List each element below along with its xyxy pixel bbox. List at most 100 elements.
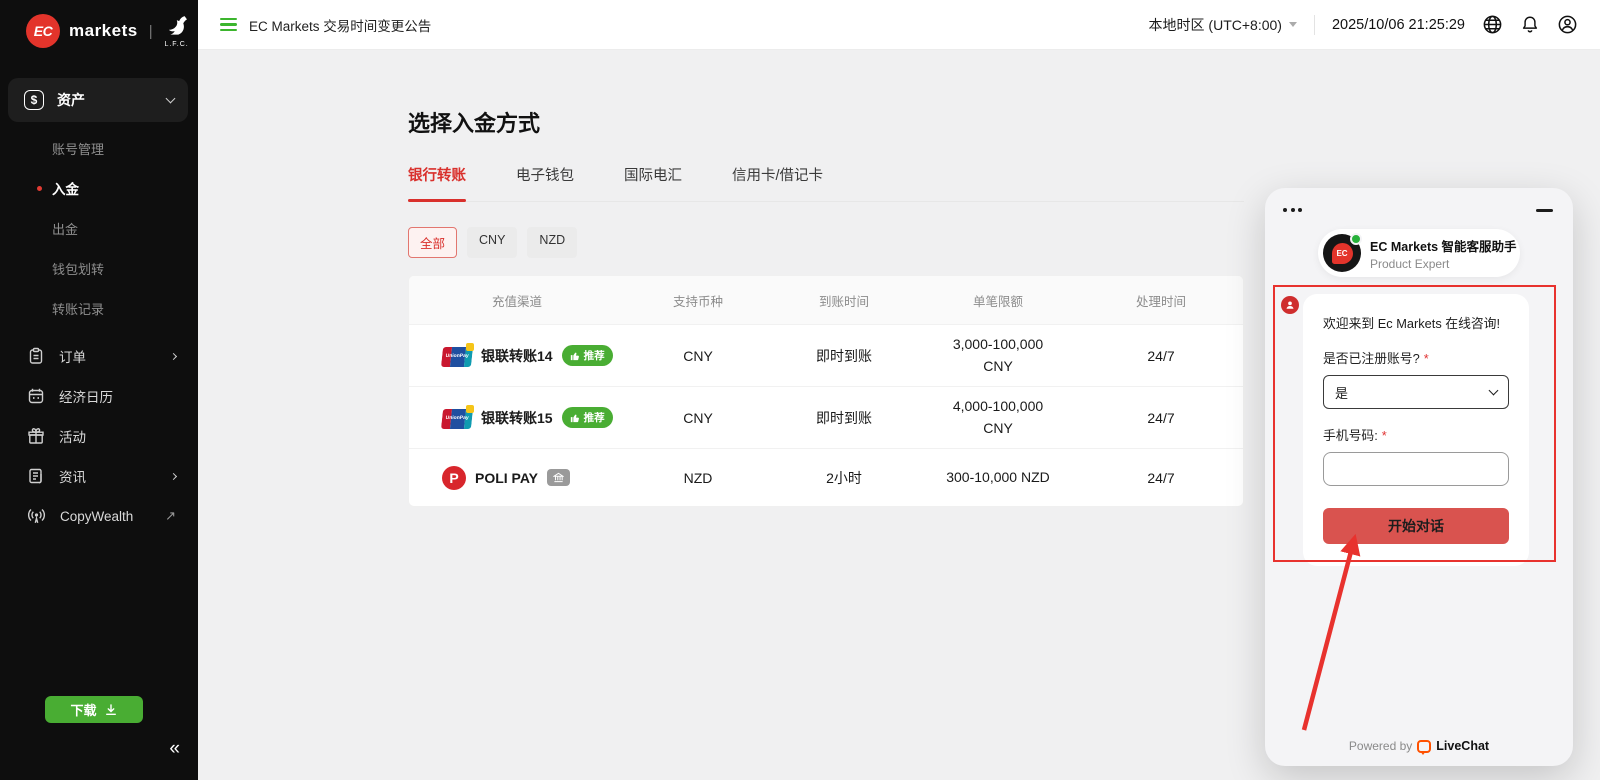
thumbs-up-icon — [570, 351, 580, 361]
download-button[interactable]: 下载 — [45, 696, 143, 723]
livechat-brand[interactable]: LiveChat — [1436, 739, 1489, 753]
sidebar-item-promotions[interactable]: 活动 — [0, 416, 198, 456]
logo-corner-badge — [466, 343, 474, 351]
logo-corner-badge — [466, 405, 474, 413]
person-icon — [1285, 300, 1295, 310]
bank-badge — [547, 469, 570, 486]
phone-number-input[interactable] — [1323, 452, 1509, 486]
welcome-message: 欢迎来到 Ec Markets 在线咨询! — [1323, 313, 1509, 332]
sidebar-item-deposit[interactable]: 入金 — [0, 168, 198, 208]
tab-e-wallet[interactable]: 电子钱包 — [516, 164, 574, 201]
sidebar-item-news[interactable]: 资讯 — [0, 456, 198, 496]
menu-icon[interactable] — [220, 18, 237, 32]
agent-card: EC EC Markets 智能客服助手 Product Expert — [1318, 229, 1520, 277]
cell-currency: NZD — [625, 470, 771, 486]
agent-avatar: EC — [1323, 234, 1361, 272]
table-row[interactable]: UnionPay 银联转账15 推荐 CNY 即时到账 4,000-100,00… — [409, 386, 1243, 448]
sidebar: EC markets | L.F.C. $ 资产 账号管理 入金 出金 钱包划转… — [0, 0, 198, 780]
cell-processing: 24/7 — [1079, 410, 1243, 426]
logo-separator: | — [149, 23, 153, 40]
online-status-dot — [1350, 233, 1362, 245]
agent-name: EC Markets 智能客服助手 — [1370, 236, 1517, 255]
col-header-limit: 单笔限额 — [917, 291, 1079, 310]
sidebar-item-account-management[interactable]: 账号管理 — [0, 128, 198, 168]
header-divider — [1314, 15, 1315, 35]
top-header: EC Markets 交易时间变更公告 本地时区 (UTC+8:00) 2025… — [198, 0, 1600, 50]
sub-item-label: 入金 — [52, 178, 79, 198]
deposit-channels-table: 充值渠道 支持币种 到账时间 单笔限额 处理时间 UnionPay 银联转账14… — [408, 275, 1244, 507]
page-title: 选择入金方式 — [408, 106, 1244, 138]
table-header-row: 充值渠道 支持币种 到账时间 单笔限额 处理时间 — [409, 276, 1243, 324]
sidebar-item-label: 资产 — [57, 90, 85, 110]
lfc-label: L.F.C. — [164, 41, 188, 48]
chevron-down-icon — [166, 94, 176, 104]
liver-bird-icon — [164, 14, 190, 40]
tab-international-wire[interactable]: 国际电汇 — [624, 164, 682, 201]
start-chat-button[interactable]: 开始对话 — [1323, 508, 1509, 544]
caret-down-icon — [1289, 22, 1297, 27]
filter-all[interactable]: 全部 — [408, 227, 457, 258]
active-dot — [37, 186, 42, 191]
livechat-widget: EC EC Markets 智能客服助手 Product Expert 欢迎来到… — [1265, 188, 1573, 766]
sidebar-item-transfer-records[interactable]: 转账记录 — [0, 288, 198, 328]
cell-arrival: 即时到账 — [771, 408, 917, 428]
badge-label: 推荐 — [584, 348, 605, 363]
sidebar-item-economic-calendar[interactable]: 经济日历 — [0, 376, 198, 416]
channel-name: 银联转账15 — [481, 408, 553, 428]
filter-nzd[interactable]: NZD — [527, 227, 577, 258]
broadcast-icon — [27, 507, 46, 525]
thumbs-up-icon — [570, 413, 580, 423]
calendar-icon — [27, 387, 45, 405]
download-icon — [104, 703, 118, 717]
external-link-icon: ↗ — [165, 508, 176, 524]
col-header-currency: 支持币种 — [625, 291, 771, 310]
language-globe-icon[interactable] — [1482, 14, 1503, 35]
registered-select[interactable]: 是 — [1323, 375, 1509, 409]
sidebar-item-label: 订单 — [59, 346, 86, 366]
poli-logo-icon: P — [442, 466, 466, 490]
collapse-sidebar-icon[interactable]: « — [169, 739, 180, 758]
timezone-selector[interactable]: 本地时区 (UTC+8:00) — [1149, 15, 1297, 35]
sidebar-item-orders[interactable]: 订单 — [0, 336, 198, 376]
cell-processing: 24/7 — [1079, 470, 1243, 486]
chat-minimize-icon[interactable] — [1536, 209, 1553, 212]
powered-by-label: Powered by — [1349, 739, 1412, 753]
chat-footer: Powered by LiveChat — [1265, 739, 1573, 753]
notifications-bell-icon[interactable] — [1520, 14, 1540, 35]
livechat-logo-icon — [1417, 740, 1431, 753]
sidebar-item-withdraw[interactable]: 出金 — [0, 208, 198, 248]
announcement-link[interactable]: EC Markets 交易时间变更公告 — [249, 15, 431, 35]
datetime-display: 2025/10/06 21:25:29 — [1332, 17, 1465, 33]
cell-arrival: 2小时 — [771, 468, 917, 488]
tab-bank-transfer[interactable]: 银行转账 — [408, 164, 466, 201]
required-asterisk: * — [1424, 351, 1429, 366]
tab-credit-debit-card[interactable]: 信用卡/借记卡 — [732, 164, 823, 201]
col-header-arrival: 到账时间 — [771, 291, 917, 310]
ec-avatar-icon: EC — [1332, 243, 1353, 264]
chat-menu-icon[interactable] — [1279, 204, 1306, 216]
download-label: 下载 — [70, 700, 96, 719]
sidebar-item-label: 资讯 — [59, 466, 86, 486]
filter-cny[interactable]: CNY — [467, 227, 517, 258]
chat-message-area: 欢迎来到 Ec Markets 在线咨询! 是否已注册账号?* 是 手机号码:*… — [1265, 294, 1573, 566]
bank-icon — [553, 472, 564, 483]
account-user-icon[interactable] — [1557, 14, 1578, 35]
cell-limit: 3,000-100,000CNY — [917, 334, 1079, 377]
sidebar-item-copywealth[interactable]: CopyWealth ↗ — [0, 496, 198, 536]
deposit-method-tabs: 银行转账 电子钱包 国际电汇 信用卡/借记卡 — [408, 164, 1244, 202]
pre-chat-form: 欢迎来到 Ec Markets 在线咨询! 是否已注册账号?* 是 手机号码:*… — [1303, 294, 1529, 566]
sub-item-label: 钱包划转 — [52, 259, 104, 278]
cell-currency: CNY — [625, 410, 771, 426]
sidebar-item-wallet-transfer[interactable]: 钱包划转 — [0, 248, 198, 288]
brand-logo: EC markets | L.F.C. — [0, 0, 198, 48]
currency-filters: 全部 CNY NZD — [408, 227, 1244, 258]
channel-name: POLI PAY — [475, 470, 538, 486]
unionpay-logo-icon: UnionPay — [442, 345, 472, 366]
required-asterisk: * — [1382, 428, 1387, 443]
table-row[interactable]: P POLI PAY NZD 2小时 300-10,000 NZD 24/7 — [409, 448, 1243, 506]
table-row[interactable]: UnionPay 银联转账14 推荐 CNY 即时到账 3,000-100,00… — [409, 324, 1243, 386]
ec-logo-icon: EC — [26, 14, 60, 48]
sidebar-item-label: 活动 — [59, 426, 86, 446]
sidebar-item-assets[interactable]: $ 资产 — [8, 78, 188, 122]
clipboard-icon — [27, 347, 45, 365]
